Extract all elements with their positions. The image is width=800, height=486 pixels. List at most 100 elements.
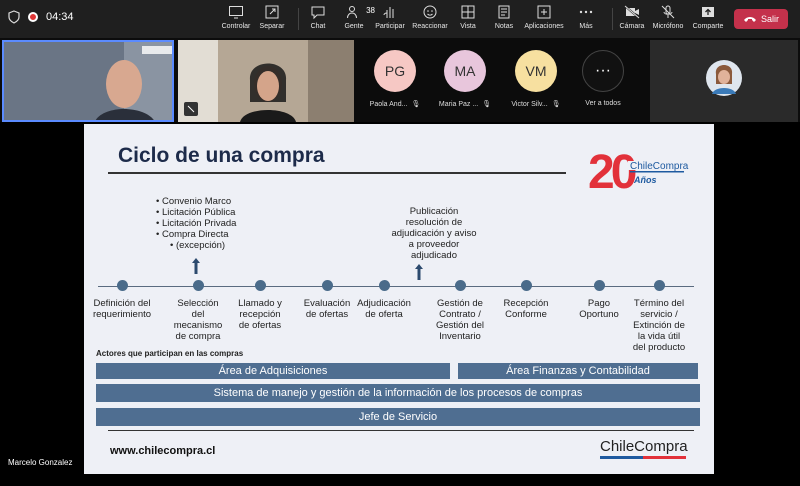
video-tile-participant[interactable] <box>178 40 354 122</box>
band-adquisiciones: Área de Adquisiciones <box>96 363 450 379</box>
step-text-line: Conforme <box>505 309 547 320</box>
logo-flag-bar <box>600 456 686 459</box>
step-text-line: requerimiento <box>92 309 152 320</box>
publication-line: resolución de <box>405 217 463 228</box>
band-sistema: Sistema de manejo y gestión de la inform… <box>96 384 700 402</box>
timeline-dot <box>653 280 665 291</box>
step-text-line: del producto <box>632 342 686 353</box>
meeting-toolbar: 04:34 Controlar Separar Chat 38 Gente Pa… <box>0 0 800 38</box>
timeline-dot <box>116 280 128 291</box>
mic-muted-icon: 🎙 <box>482 101 492 108</box>
mic-label: Micrófono <box>652 23 684 30</box>
actors-heading: Actores que participan en las compras <box>96 349 244 358</box>
procurement-mechanisms-list: Convenio Marco Licitación Pública Licita… <box>156 196 236 251</box>
step-text-line: Inventario <box>439 331 481 342</box>
step-text-line: servicio / <box>640 309 678 320</box>
people-icon <box>347 6 357 19</box>
list-item-continuation: (excepción) <box>156 240 236 251</box>
footer-divider <box>108 430 694 431</box>
avatar: VM <box>515 50 557 92</box>
avatar: MA <box>444 50 486 92</box>
apps-label: Aplicaciones <box>524 23 564 30</box>
control-label: Controlar <box>221 23 251 30</box>
view-label: Vista <box>460 23 476 30</box>
participant-name: Victor Silv... <box>511 100 548 108</box>
participant-name: Maria Paz ... <box>438 100 479 108</box>
share-screen-icon <box>702 7 714 17</box>
timeline-step-label: Término del servicio / Extinción de la vida… <box>619 298 699 353</box>
timeline-step-label: Adjudicación de oferta <box>344 298 424 320</box>
step-text-line: Término del <box>633 298 685 309</box>
shield-icon <box>8 10 20 24</box>
participant-tile-pg[interactable]: PG Paola And... 🎙 <box>362 40 428 122</box>
timeline-dot <box>321 280 333 291</box>
screen-control-icon <box>229 6 243 19</box>
list-item-text: (excepción) <box>175 240 226 251</box>
more-label: Más <box>579 23 593 30</box>
title-underline <box>108 172 566 174</box>
undock-button[interactable]: Separar <box>250 4 294 36</box>
see-all-label: Ver a todos <box>585 100 621 107</box>
chilecompra-logo: ChileCompra <box>600 438 688 459</box>
see-all-tile[interactable]: ··· Ver a todos <box>570 40 636 122</box>
share-button[interactable]: Comparte <box>686 4 730 36</box>
list-item: Convenio Marco <box>156 196 236 207</box>
presenter-name-label: Marcelo Gonzalez <box>8 458 73 467</box>
mic-muted-icon: 🎙 <box>551 101 561 108</box>
camera-label: Cámara <box>619 23 645 30</box>
participant-name: Paola And... <box>369 100 408 108</box>
grid-view-icon <box>461 5 475 19</box>
participant-tile-ma[interactable]: MA Maria Paz ... 🎙 <box>432 40 498 122</box>
step-text-line: Gestión del <box>435 320 485 331</box>
logo-text: ChileCompra <box>600 438 688 455</box>
timeline-dot <box>254 280 266 291</box>
more-dots-icon <box>579 10 593 14</box>
publication-line: adjudicación y aviso <box>391 228 477 239</box>
raise-hand-button[interactable]: Participar <box>368 4 412 36</box>
timeline-dot <box>454 280 466 291</box>
people-label: Gente <box>344 23 364 30</box>
participant-video <box>178 40 354 122</box>
self-view-tile[interactable] <box>650 40 798 122</box>
raise-hand-icon <box>383 7 394 18</box>
publication-line: Publicación <box>409 206 459 217</box>
video-tile-presenter[interactable] <box>2 40 174 122</box>
list-item: Licitación Privada <box>156 218 236 229</box>
timeline-dot <box>378 280 390 291</box>
hang-up-icon <box>743 17 756 22</box>
chilecompra-20-years-logo: 20 ChileCompra Años <box>588 146 689 198</box>
leave-label: Salir <box>760 14 779 24</box>
step-text-line: la vida útil <box>637 331 681 342</box>
publication-line: a proveedor <box>408 239 460 250</box>
react-label: Reaccionar <box>412 23 448 30</box>
leave-button[interactable]: Salir <box>734 9 788 29</box>
notes-icon <box>498 5 510 19</box>
step-text-line: de compra <box>175 331 221 342</box>
more-button[interactable]: Más <box>564 4 608 36</box>
avatar: PG <box>374 50 416 92</box>
camera-off-icon <box>624 5 640 19</box>
arrow-up-icon <box>415 264 423 280</box>
step-text-line: Extinción de <box>633 320 685 331</box>
apps-button[interactable]: Aplicaciones <box>522 4 566 36</box>
mic-button[interactable]: Micrófono <box>646 4 690 36</box>
participant-tile-vm[interactable]: VM Victor Silv... 🎙 <box>503 40 569 122</box>
timeline-dot <box>192 280 204 291</box>
mic-off-icon <box>661 5 675 19</box>
website-url: www.chilecompra.cl <box>110 445 216 457</box>
more-participants-icon: ··· <box>582 50 624 92</box>
presentation-slide: Ciclo de una compra 20 ChileCompra Años … <box>84 124 714 474</box>
notes-label: Notas <box>494 23 514 30</box>
notes-button[interactable]: Notas <box>482 4 526 36</box>
svg-text:ChileCompra: ChileCompra <box>630 161 689 172</box>
chat-label: Chat <box>310 23 326 30</box>
step-text-line: Definición del <box>93 298 151 309</box>
step-text-line: Adjudicación <box>357 298 411 309</box>
mic-muted-icon: 🎙 <box>411 101 421 108</box>
timeline-step-label: Definición del requerimiento <box>82 298 162 320</box>
undock-icon <box>265 5 279 19</box>
timeline-dot <box>520 280 532 291</box>
raise-hand-label: Participar <box>375 23 405 30</box>
undock-label: Separar <box>259 23 285 30</box>
recording-indicator-icon <box>28 12 38 22</box>
